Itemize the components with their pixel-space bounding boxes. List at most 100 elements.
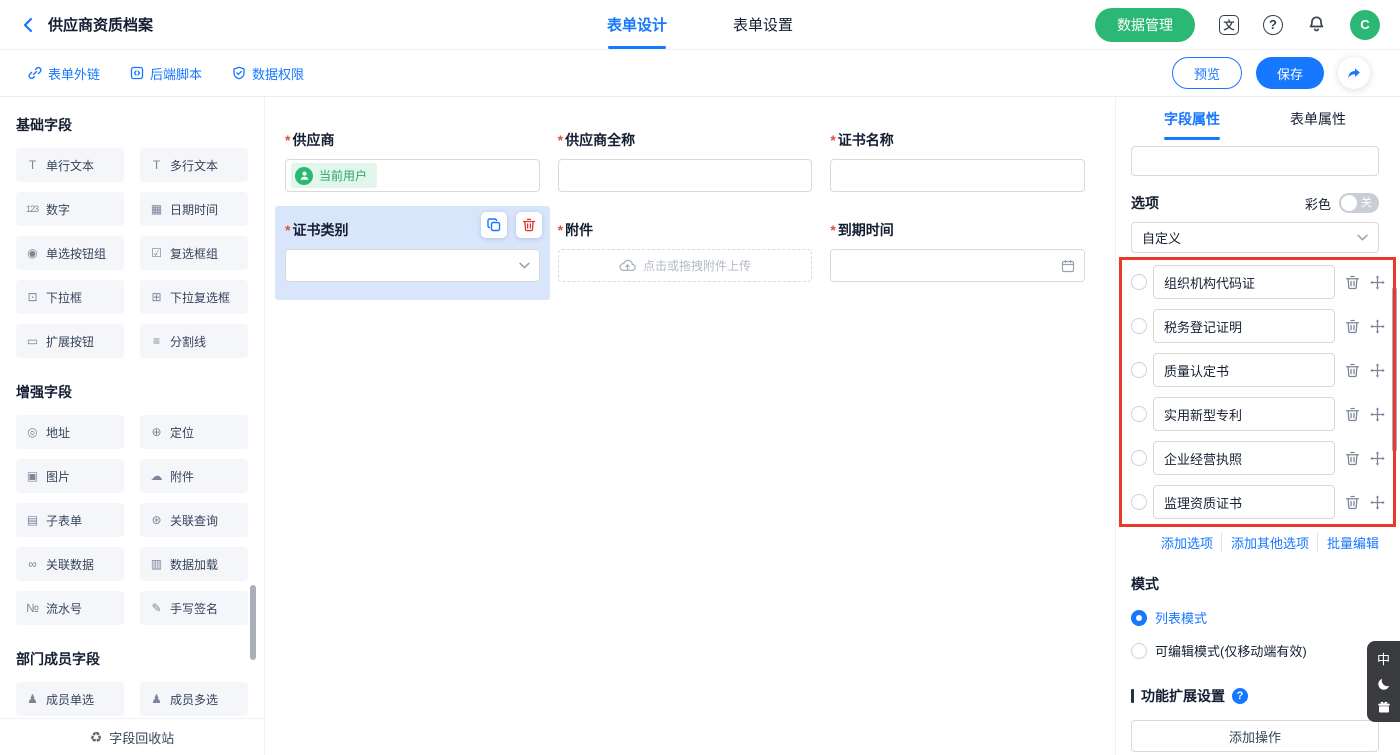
batch-edit-link[interactable]: 批量编辑 [1317,533,1379,552]
move-option-icon[interactable] [1370,495,1385,510]
panel-scrollbar[interactable] [1392,287,1397,452]
field-cert-name[interactable]: *证书名称 [830,130,1085,192]
delete-option-icon[interactable] [1345,451,1360,466]
supplier-input[interactable]: 当前用户 [285,159,540,192]
move-option-icon[interactable] [1370,451,1385,466]
move-option-icon[interactable] [1370,319,1385,334]
color-toggle[interactable]: 关 [1339,193,1379,213]
field-chip-address[interactable]: ◎地址 [16,415,124,449]
share-button[interactable] [1338,57,1370,89]
option-input[interactable] [1153,397,1335,431]
certtype-select[interactable] [285,249,540,282]
extension-help-icon[interactable]: ? [1232,688,1248,704]
field-chip-single-line-text[interactable]: T单行文本 [16,148,124,182]
delete-option-icon[interactable] [1345,495,1360,510]
field-chip-linked-data[interactable]: ∞关联数据 [16,547,124,581]
data-permission-link[interactable]: 数据权限 [232,64,304,83]
help-icon[interactable]: ? [1263,15,1283,35]
move-option-icon[interactable] [1370,363,1385,378]
chevron-down-icon [1357,234,1368,241]
mode-list-radio[interactable] [1131,610,1147,626]
expire-date-input[interactable] [830,249,1085,282]
move-option-icon[interactable] [1370,275,1385,290]
recycle-icon: ♻ [90,729,103,746]
field-expire-date[interactable]: *到期时间 [830,220,1085,282]
add-option-link[interactable]: 添加选项 [1161,533,1213,552]
back-button[interactable] [20,16,38,34]
field-chip-radio-group[interactable]: ◉单选按钮组 [16,236,124,270]
tab-form-settings[interactable]: 表单设置 [733,0,793,49]
mode-editable-radio[interactable] [1131,643,1147,659]
mode-option-editable[interactable]: 可编辑模式(仅移动端有效) [1131,641,1379,660]
option-source-select[interactable]: 自定义 [1131,222,1379,253]
delete-option-icon[interactable] [1345,275,1360,290]
field-chip-divider[interactable]: ≡分割线 [140,324,248,358]
tab-form-design[interactable]: 表单设计 [607,0,667,49]
mode-option-list[interactable]: 列表模式 [1131,608,1379,627]
dark-mode-icon[interactable] [1377,677,1391,691]
field-chip-datetime[interactable]: ▦日期时间 [140,192,248,226]
field-chip-checkbox-group[interactable]: ☑复选框组 [140,236,248,270]
gift-icon[interactable] [1377,700,1391,714]
option-radio[interactable] [1131,450,1147,466]
delete-option-icon[interactable] [1345,407,1360,422]
field-cert-type-selected[interactable]: *证书类别 [285,220,540,282]
data-manage-button[interactable]: 数据管理 [1095,8,1195,42]
option-radio[interactable] [1131,274,1147,290]
field-chip-location[interactable]: ⊕定位 [140,415,248,449]
field-chip-select[interactable]: ⊡下拉框 [16,280,124,314]
delete-option-icon[interactable] [1345,319,1360,334]
save-button[interactable]: 保存 [1256,57,1324,89]
delete-option-icon[interactable] [1345,363,1360,378]
field-chip-multi-select[interactable]: ⊞下拉复选框 [140,280,248,314]
field-chip-data-load[interactable]: ▥数据加载 [140,547,248,581]
field-supplier-fullname[interactable]: *供应商全称 [558,130,813,192]
language-toggle[interactable]: 中 [1377,649,1390,668]
field-chip-number[interactable]: 123数字 [16,192,124,226]
form-external-link[interactable]: 表单外链 [28,64,100,83]
backend-script-link[interactable]: 后端脚本 [130,64,202,83]
field-chip-member-multi[interactable]: ♟成员多选 [140,682,248,716]
field-chip-extend-button[interactable]: ▭扩展按钮 [16,324,124,358]
option-input[interactable] [1153,265,1335,299]
option-input[interactable] [1153,485,1335,519]
field-supplier[interactable]: *供应商 当前用户 [285,130,540,192]
avatar[interactable]: C [1350,10,1380,40]
sidebar-scrollbar[interactable] [250,585,256,660]
tab-field-properties[interactable]: 字段属性 [1164,97,1220,140]
field-chip-multi-line-text[interactable]: T多行文本 [140,148,248,182]
panel-partial-input[interactable] [1131,146,1379,176]
option-input[interactable] [1153,441,1335,475]
option-radio[interactable] [1131,494,1147,510]
number-icon: 123 [24,204,40,214]
option-radio[interactable] [1131,362,1147,378]
field-chip-lookup[interactable]: ⊛关联查询 [140,503,248,537]
tab-form-properties[interactable]: 表单属性 [1290,97,1346,140]
field-chip-attachment[interactable]: ☁附件 [140,459,248,493]
copy-field-button[interactable] [481,212,507,238]
translate-icon[interactable]: 文 [1219,15,1239,35]
delete-field-button[interactable] [516,212,542,238]
option-radio[interactable] [1131,318,1147,334]
move-option-icon[interactable] [1370,407,1385,422]
preview-button[interactable]: 预览 [1172,57,1242,89]
field-chip-serial-number[interactable]: №流水号 [16,591,124,625]
certname-input[interactable] [830,159,1085,192]
field-attachment[interactable]: *附件 点击或拖拽附件上传 [558,220,813,282]
top-header: 供应商资质档案 表单设计 表单设置 数据管理 文 ? C [0,0,1400,50]
field-chip-image[interactable]: ▣图片 [16,459,124,493]
add-other-option-link[interactable]: 添加其他选项 [1221,533,1309,552]
field-recycle-bin[interactable]: ♻ 字段回收站 [0,718,264,755]
add-action-button[interactable]: 添加操作 [1131,720,1379,752]
bell-icon[interactable] [1307,15,1326,34]
option-radio[interactable] [1131,406,1147,422]
field-chip-signature[interactable]: ✎手写签名 [140,591,248,625]
option-input[interactable] [1153,309,1335,343]
fullname-input[interactable] [558,159,813,192]
form-canvas[interactable]: *供应商 当前用户 *供应商全称 *证书名称 [265,97,1115,755]
option-input[interactable] [1153,353,1335,387]
field-chip-subform[interactable]: ▤子表单 [16,503,124,537]
field-chip-member-single[interactable]: ♟成员单选 [16,682,124,716]
option-row [1131,353,1379,387]
attachment-upload-area[interactable]: 点击或拖拽附件上传 [558,249,813,282]
